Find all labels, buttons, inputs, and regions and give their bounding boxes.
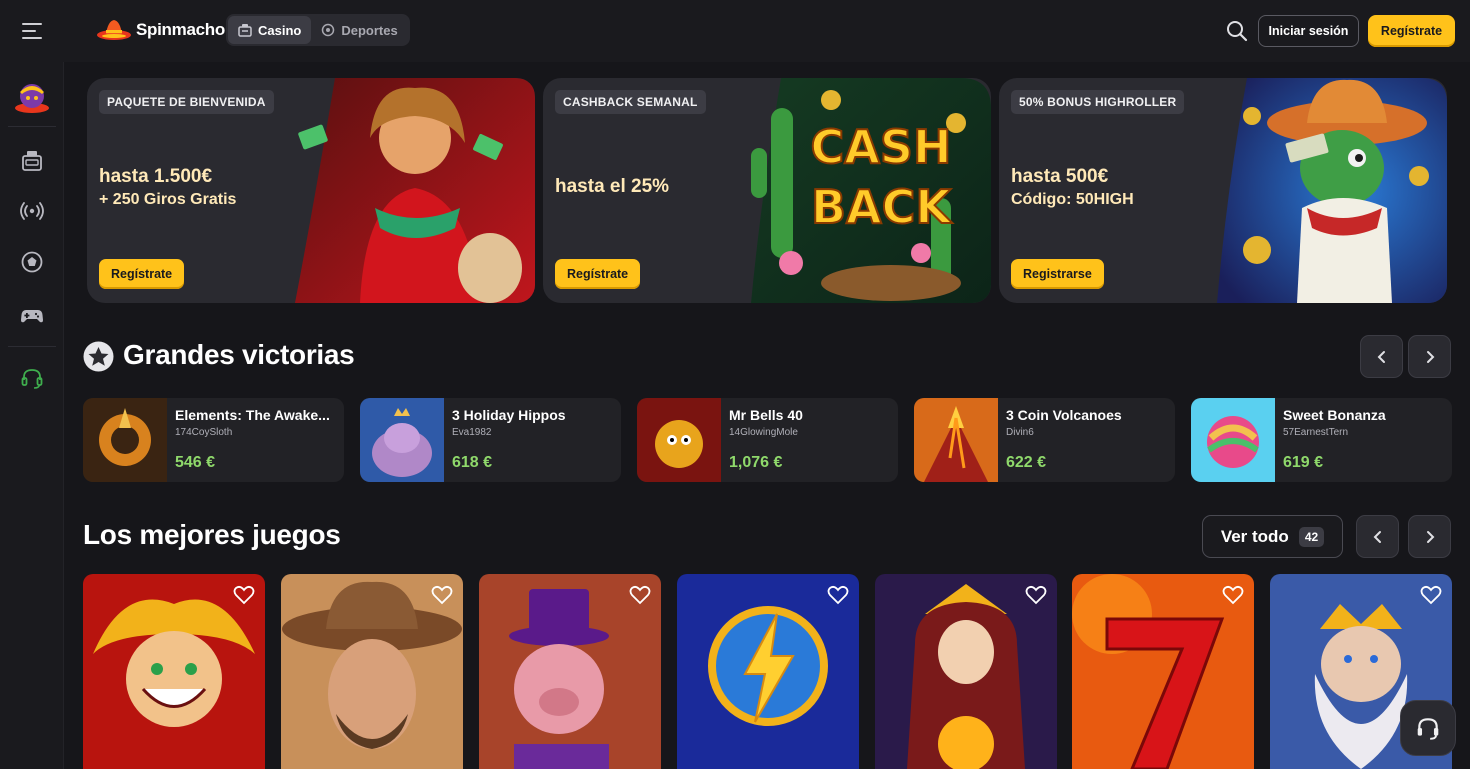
tab-deportes[interactable]: Deportes [311,16,407,44]
game-tile[interactable] [479,574,661,769]
cashback-banner-art: CASH BACK [751,78,991,303]
heart-icon[interactable] [1025,584,1047,606]
big-wins-title: Grandes victorias [123,339,355,370]
live-support-button[interactable] [1400,700,1456,756]
heart-icon[interactable] [431,584,453,606]
coin-volcanoes-thumb [914,398,998,482]
win-amount: 619 € [1283,454,1324,471]
football-icon [322,23,335,37]
win-amount: 618 € [452,454,493,471]
mr-bells-thumb [637,398,721,482]
banner-tag: PAQUETE DE BIENVENIDA [99,90,274,114]
banner-headline: hasta 500€ [1011,166,1109,187]
game-tile[interactable] [281,574,463,769]
category-tabs: Casino Deportes [226,14,410,46]
top-games-title: Los mejores juegos [83,519,341,550]
banner-subline: Código: 50HIGH [1011,191,1134,208]
heart-icon[interactable] [629,584,651,606]
sidebar-divider [8,346,56,347]
win-user: 14GlowingMole [729,427,798,438]
view-all-label: Ver todo [1220,526,1289,546]
game-tile[interactable] [875,574,1057,769]
sweet-bonanza-thumb [1191,398,1275,482]
banner-tag: CASHBACK SEMANAL [555,90,706,114]
holiday-hippos-thumb [360,398,444,482]
banner-register-button[interactable]: Regístrate [99,259,185,289]
heart-icon[interactable] [1420,584,1442,606]
banner-register-button[interactable]: Registrarse [1011,259,1104,289]
cashback-art-word-1: CASH [811,120,952,174]
win-user: 57EarnestTern [1283,427,1349,438]
view-all-button[interactable]: Ver todo 42 [1202,515,1343,558]
win-user: 174CoySloth [175,427,233,438]
slot-machine-icon [238,24,252,37]
live-broadcast-icon[interactable] [20,199,44,223]
logo-text: Spinmacho [136,20,225,39]
game-tile[interactable] [677,574,859,769]
star-badge-icon [83,341,114,372]
win-game-name: Sweet Bonanza [1283,407,1386,423]
big-win-card[interactable]: Sweet Bonanza 57EarnestTern 619 € [1191,398,1452,482]
chevron-right-icon [1426,530,1434,543]
win-user: Eva1982 [452,427,492,438]
banner-register-button[interactable]: Regístrate [555,259,641,289]
top-games-next-button[interactable] [1408,515,1451,558]
highroller-banner[interactable]: 50% BONUS HIGHROLLER hasta 500€ Código: … [999,78,1447,303]
win-game-name: 3 Coin Volcanoes [1006,407,1122,423]
support-headset-icon [1417,718,1439,740]
cashback-art-word-2: BACK [811,180,953,234]
chevron-left-icon [1377,350,1385,363]
search-icon[interactable] [1226,20,1248,42]
cashback-banner[interactable]: CASH BACK CASHBACK SEMANAL hasta el 25% … [543,78,991,303]
banner-subline: + 250 Giros Gratis [99,191,237,208]
sidebar-divider [8,126,56,127]
tab-casino-label: Casino [258,22,302,38]
welcome-banner-art [295,78,535,303]
elements-game-thumb [83,398,167,482]
top-games-prev-button[interactable] [1356,515,1399,558]
top-bar: Spinmacho Casino Deportes Iniciar sesión… [0,0,1470,62]
win-amount: 622 € [1006,454,1047,471]
big-win-card[interactable]: Mr Bells 40 14GlowingMole 1,076 € [637,398,898,482]
big-wins-next-button[interactable] [1408,335,1451,378]
banner-headline: hasta 1.500€ [99,166,213,187]
chevron-right-icon [1426,350,1434,363]
game-tile[interactable] [83,574,265,769]
win-game-name: 3 Holiday Hippos [452,407,566,423]
view-all-count-badge: 42 [1298,526,1325,547]
football-icon[interactable] [20,250,44,274]
game-tile[interactable] [1072,574,1254,769]
gamepad-icon[interactable] [20,303,44,327]
login-button[interactable]: Iniciar sesión [1258,15,1359,47]
banner-headline: hasta el 25% [555,176,670,197]
tab-deportes-label: Deportes [341,22,398,38]
win-amount: 1,076 € [729,454,783,471]
sidebar [0,62,64,769]
win-user: Divin6 [1006,427,1034,438]
heart-icon[interactable] [1222,584,1244,606]
slot-machine-icon[interactable] [20,148,44,172]
big-win-card[interactable]: 3 Coin Volcanoes Divin6 622 € [914,398,1175,482]
win-amount: 546 € [175,454,216,471]
profile-avatar-icon[interactable] [12,76,52,116]
heart-icon[interactable] [827,584,849,606]
highroller-banner-art [1217,78,1447,303]
win-game-name: Mr Bells 40 [729,407,803,423]
banner-tag: 50% BONUS HIGHROLLER [1011,90,1185,114]
win-game-name: Elements: The Awake... [175,407,330,423]
logo[interactable]: Spinmacho [96,14,225,46]
big-win-card[interactable]: Elements: The Awake... 174CoySloth 546 € [83,398,344,482]
chevron-left-icon [1373,530,1381,543]
sombrero-logo-icon [97,20,131,40]
big-win-card[interactable]: 3 Holiday Hippos Eva1982 618 € [360,398,621,482]
heart-icon[interactable] [233,584,255,606]
register-button[interactable]: Regístrate [1368,15,1455,47]
welcome-banner[interactable]: PAQUETE DE BIENVENIDA hasta 1.500€ + 250… [87,78,535,303]
support-headset-icon[interactable] [20,366,44,390]
big-wins-prev-button[interactable] [1360,335,1403,378]
tab-casino[interactable]: Casino [228,16,312,44]
menu-icon[interactable] [20,20,44,42]
